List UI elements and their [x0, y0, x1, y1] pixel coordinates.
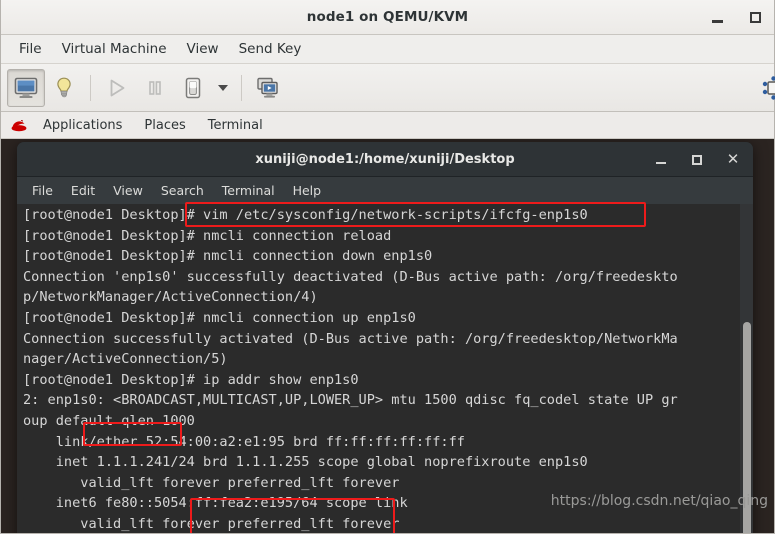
vm-minimize-button[interactable]	[708, 9, 726, 27]
run-button[interactable]	[98, 69, 136, 107]
toolbar-separator	[241, 74, 242, 101]
maximize-icon	[749, 12, 761, 23]
chevron-down-icon	[218, 84, 228, 91]
close-icon: ✕	[726, 150, 740, 168]
terminal-line: 2: enp1s0: <BROADCAST,MULTICAST,UP,LOWER…	[23, 392, 678, 409]
fullscreen-icon	[762, 76, 775, 100]
guest-panel-places[interactable]: Places	[134, 116, 195, 135]
vm-maximize-button[interactable]	[746, 9, 764, 27]
show-hardware-details-button[interactable]	[45, 69, 83, 107]
vm-window-controls	[708, 0, 764, 35]
redhat-icon	[11, 120, 27, 132]
terminal-output-area[interactable]: [root@node1 Desktop]# vim /etc/sysconfig…	[17, 204, 753, 533]
terminal-line: [root@node1 Desktop]# nmcli connection d…	[23, 248, 433, 265]
watermark-text: https://blog.csdn.net/qiao_qing	[550, 493, 768, 509]
terminal-line: [root@node1 Desktop]# nmcli connection u…	[23, 309, 416, 326]
terminal-window: xuniji@node1:/home/xuniji/Desktop ✕ File…	[17, 142, 753, 533]
terminal-title: xuniji@node1:/home/xuniji/Desktop	[255, 151, 515, 167]
snapshots-button[interactable]	[249, 69, 287, 107]
terminal-line: [root@node1 Desktop]# vim /etc/sysconfig…	[23, 207, 588, 223]
terminal-menu-file[interactable]: File	[23, 180, 62, 201]
toolbar-separator	[90, 74, 91, 101]
monitor-icon	[14, 77, 38, 98]
snapshots-icon	[257, 77, 278, 98]
terminal-menu-terminal[interactable]: Terminal	[213, 180, 284, 201]
terminal-line: Connection successfully activated (D-Bus…	[23, 330, 678, 347]
terminal-close-button[interactable]: ✕	[725, 152, 741, 168]
vm-toolbar	[1, 64, 775, 112]
terminal-maximize-button[interactable]	[689, 152, 705, 168]
terminal-line: valid_lft forever preferred_lft forever	[23, 474, 400, 491]
terminal-text: [root@node1 Desktop]# vim /etc/sysconfig…	[23, 205, 739, 533]
terminal-scrollbar[interactable]	[740, 204, 753, 533]
terminal-line: [root@node1 Desktop]# ip addr show enp1s…	[23, 371, 359, 388]
vm-titlebar: node1 on QEMU/KVM	[1, 0, 774, 35]
terminal-menubar: File Edit View Search Terminal Help	[17, 177, 753, 204]
guest-panel-terminal[interactable]: Terminal	[198, 116, 273, 135]
terminal-line: link/ether 52:54:00:a2:e1:95 brd ff:ff:f…	[23, 433, 465, 450]
show-graphical-console-button[interactable]	[7, 68, 45, 107]
minimize-icon	[711, 19, 723, 23]
terminal-window-controls: ✕	[653, 142, 741, 177]
vm-menu-virtual-machine[interactable]: Virtual Machine	[52, 38, 177, 60]
terminal-line: nager/ActiveConnection/5)	[23, 351, 228, 368]
terminal-menu-help[interactable]: Help	[284, 180, 331, 201]
play-icon	[110, 79, 125, 96]
terminal-minimize-button[interactable]	[653, 152, 669, 168]
pause-button[interactable]	[136, 69, 174, 107]
maximize-icon	[692, 154, 702, 165]
vm-menu-view[interactable]: View	[177, 38, 229, 60]
terminal-line: oup default qlen 1000	[23, 412, 195, 429]
terminal-line: [root@node1 Desktop]# nmcli connection r…	[23, 227, 392, 244]
terminal-line: p/NetworkManager/ActiveConnection/4)	[23, 289, 318, 306]
virt-manager-window: node1 on QEMU/KVM File Virtual Machine V…	[0, 0, 775, 534]
guest-gnome-panel: Applications Places Terminal	[1, 112, 774, 139]
guest-desktop: xuniji@node1:/home/xuniji/Desktop ✕ File…	[1, 139, 774, 533]
terminal-menu-search[interactable]: Search	[152, 180, 213, 201]
lightbulb-icon	[57, 77, 71, 97]
power-icon	[185, 77, 201, 98]
vm-window-title: node1 on QEMU/KVM	[306, 9, 469, 25]
minimize-icon	[656, 161, 666, 165]
terminal-menu-view[interactable]: View	[104, 180, 152, 201]
terminal-titlebar: xuniji@node1:/home/xuniji/Desktop ✕	[17, 142, 753, 177]
guest-panel-applications[interactable]: Applications	[33, 116, 132, 135]
fullscreen-button[interactable]	[754, 69, 775, 107]
shutdown-menu-button[interactable]	[212, 69, 234, 107]
shutdown-button[interactable]	[174, 69, 212, 107]
terminal-line: inet 1.1.1.241/24 brd 1.1.1.255 scope gl…	[23, 454, 588, 471]
terminal-line: Connection 'enp1s0' successfully deactiv…	[23, 268, 678, 285]
vm-menu-file[interactable]: File	[9, 38, 52, 60]
vm-menubar: File Virtual Machine View Send Key	[1, 35, 774, 64]
terminal-menu-edit[interactable]: Edit	[62, 180, 104, 201]
pause-icon	[149, 80, 161, 95]
terminal-line: valid_lft forever preferred_lft forever	[23, 515, 400, 532]
vm-menu-send-key[interactable]: Send Key	[229, 38, 312, 60]
